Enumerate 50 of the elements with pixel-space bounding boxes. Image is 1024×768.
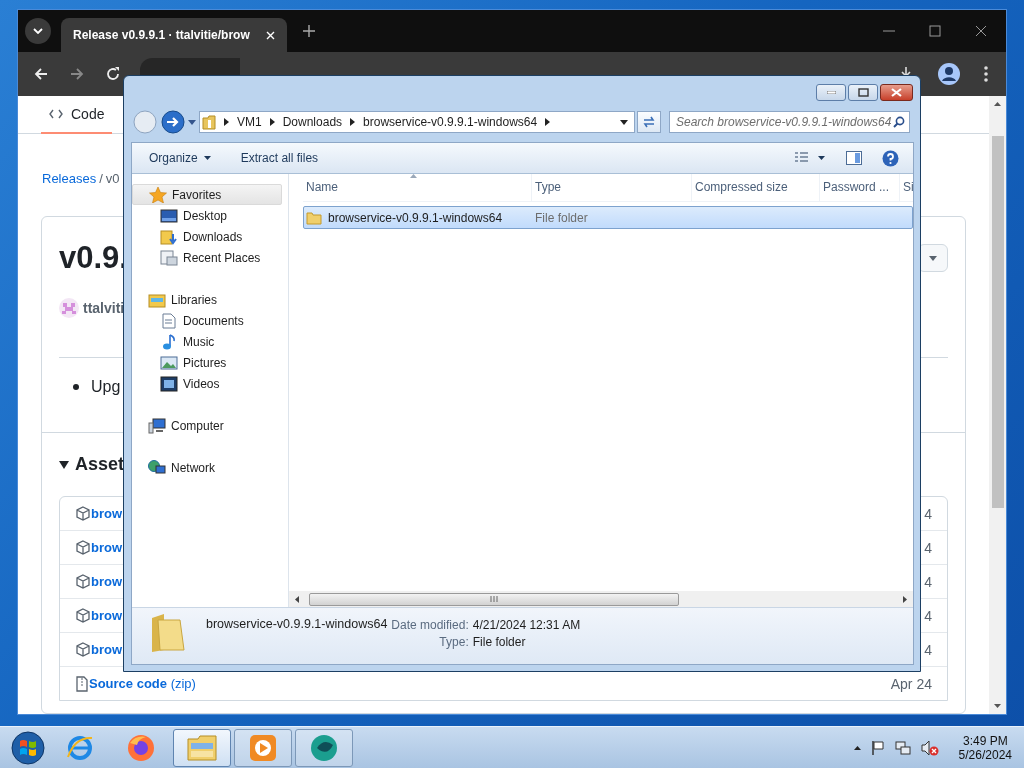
asset-date: 4 (924, 641, 932, 658)
file-name: browservice-v0.9.9.1-windows64 (206, 617, 388, 631)
detail-value: 4/21/2024 12:31 AM (472, 618, 581, 632)
toolbar-button[interactable]: Extract all files (231, 146, 328, 170)
nav-item[interactable]: Libraries (132, 289, 282, 310)
nav-item[interactable]: Pictures (132, 352, 282, 373)
nav-item[interactable]: Network (132, 457, 282, 478)
breadcrumb-separator: / (99, 171, 103, 186)
nav-item[interactable]: Videos (132, 373, 282, 394)
assets-heading: Asset (75, 454, 125, 475)
nav-item[interactable]: Computer (132, 415, 282, 436)
detail-label: Type: (438, 635, 469, 649)
release-title: v0.9. (59, 240, 128, 276)
clock[interactable]: 3:49 PM 5/26/2024 (958, 733, 1012, 762)
breadcrumb-link[interactable]: Releases (42, 171, 97, 186)
release-note: Upg (91, 377, 121, 397)
asset-link[interactable]: Source code (zip) (89, 676, 196, 691)
asset-date: 4 (924, 573, 932, 590)
asset-date: 4 (924, 505, 932, 522)
asset-link[interactable]: brow (91, 642, 123, 657)
asset-link[interactable]: brow (91, 574, 123, 589)
column-header[interactable]: Si (900, 174, 913, 201)
address-field[interactable]: VM1 Downloads browservice-v0.9.9.1-windows64 (199, 111, 635, 133)
asset-link[interactable]: brow (91, 608, 123, 623)
author-link[interactable]: ttalviti (83, 300, 125, 316)
asset-date: 4 (924, 607, 932, 624)
path-segment[interactable]: Downloads (282, 115, 343, 129)
column-header[interactable]: Type (532, 174, 692, 201)
breadcrumb-current: v0 (105, 171, 120, 186)
path-segment[interactable]: VM1 (237, 115, 262, 129)
nav-item[interactable]: Documents (132, 310, 282, 331)
nav-item[interactable]: Desktop (132, 205, 282, 226)
detail-label: Date modified: (391, 618, 469, 632)
asset-link[interactable]: brow (91, 540, 123, 555)
toolbar-button[interactable]: Organize (140, 146, 220, 170)
code-tab[interactable]: Code (41, 96, 113, 134)
nav-item[interactable]: Favorites (132, 184, 282, 205)
nav-item[interactable]: Music (132, 331, 282, 352)
search-field[interactable]: Search browservice-v0.9.9.1-windows64 (669, 111, 910, 133)
nav-item[interactable]: Downloads (132, 226, 282, 247)
asset-date: 4 (924, 539, 932, 556)
asset-date: Apr 24 (890, 675, 932, 692)
detail-value: File folder (472, 635, 527, 649)
nav-item[interactable]: Recent Places (132, 247, 282, 268)
path-segment[interactable]: browservice-v0.9.9.1-windows64 (363, 115, 538, 129)
file-row[interactable]: browservice-v0.9.9.1-windows64 File folder (303, 206, 913, 229)
column-header[interactable]: Password ... (820, 174, 900, 201)
asset-link[interactable]: brow (91, 506, 123, 521)
column-header[interactable]: Compressed size (692, 174, 820, 201)
browser-tab[interactable]: Release v0.9.9.1 · ttalvitie/brow (61, 18, 287, 52)
